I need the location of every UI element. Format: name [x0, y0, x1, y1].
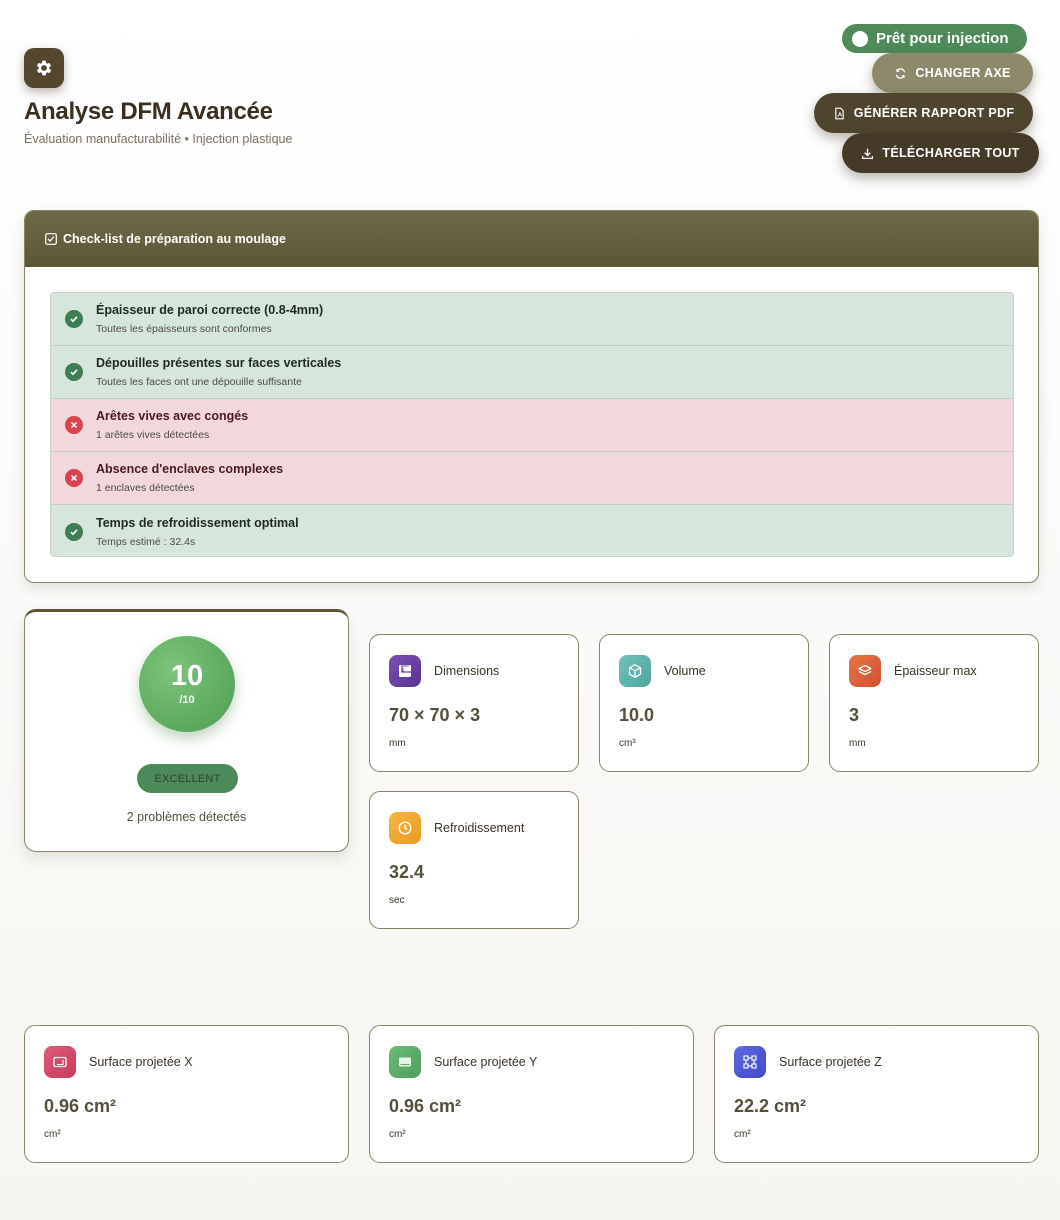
metric-card-thickness: Épaisseur max 3 mm [829, 634, 1039, 772]
check-circle-icon [65, 363, 83, 381]
check-circle-icon [65, 310, 83, 328]
page-title: Analyse DFM Avancée [24, 98, 273, 125]
cube-icon [619, 655, 651, 687]
surface-card-x: Surface projetée X 0.96 cm² cm² [24, 1025, 349, 1163]
surface-value: 22.2 cm² [734, 1096, 807, 1116]
checklist-item: Absence d'enclaves complexes 1 enclaves d… [51, 452, 1013, 505]
download-all-label: TÉLÉCHARGER TOUT [882, 146, 1020, 160]
surface-unit: cm² [734, 1129, 751, 1140]
metric-label: Dimensions [434, 664, 500, 678]
check-circle-icon [65, 522, 83, 541]
checklist-item-title: Dépouilles présentes sur faces verticale… [96, 356, 342, 370]
metric-card-volume: Volume 10.0 cm³ [599, 634, 809, 772]
surface-card-z: Surface projetée Z 22.2 cm² cm² [714, 1025, 1039, 1163]
surface-label: Surface projetée Z [779, 1055, 882, 1069]
metric-value: 32.4 [389, 862, 425, 882]
checklist-item-detail: 1 arêtes vives détectées [96, 429, 210, 441]
status-label: Prêt pour injection [876, 30, 1009, 47]
checklist-item: Temps de refroidissement optimal Temps es… [51, 505, 1013, 556]
checklist-item: Dépouilles présentes sur faces verticale… [51, 346, 1013, 399]
checklist-item: Épaisseur de paroi correcte (0.8-4mm) Tou… [51, 293, 1013, 346]
surface-value: 0.96 cm² [44, 1096, 117, 1116]
x-circle-icon [65, 416, 83, 434]
refresh-icon [896, 67, 906, 79]
status-dot-icon [852, 30, 868, 47]
score-max: /10 [179, 694, 195, 706]
metric-card-dimensions: Dimensions 70 × 70 × 3 mm [369, 634, 579, 772]
generate-pdf-button[interactable]: GÉNÉRER RAPPORT PDF [814, 93, 1033, 133]
checklist-item-detail: Toutes les épaisseurs sont conformes [96, 323, 272, 335]
checklist-items: Épaisseur de paroi correcte (0.8-4mm) Tou… [50, 292, 1014, 557]
clock-icon [389, 812, 421, 844]
metric-unit: cm³ [619, 738, 636, 749]
checklist-card: Check-list de préparation au moulage Épa… [24, 210, 1039, 583]
checklist-item: Arêtes vives avec congés 1 arêtes vives d… [51, 399, 1013, 452]
layers-icon [849, 655, 881, 687]
surface-unit: cm² [389, 1129, 406, 1140]
checkbox-icon [45, 233, 57, 245]
checklist-header: Check-list de préparation au moulage [25, 211, 1038, 267]
surface-unit: cm² [44, 1129, 61, 1140]
change-axis-label: CHANGER AXE [915, 66, 1011, 80]
checklist-item-title: Épaisseur de paroi correcte (0.8-4mm) [96, 303, 324, 317]
gear-icon [36, 60, 52, 76]
surface-x-icon [44, 1046, 76, 1078]
download-icon [862, 148, 874, 159]
metric-value: 10.0 [619, 705, 655, 725]
score-card: 10 /10 EXCELLENT 2 problèmes détectés [24, 609, 349, 852]
pdf-file-icon [834, 107, 844, 119]
checklist-item-title: Arêtes vives avec congés [96, 409, 249, 423]
metric-unit: sec [389, 895, 405, 906]
x-circle-icon [65, 469, 83, 487]
metric-label: Épaisseur max [894, 664, 977, 678]
change-axis-button[interactable]: CHANGER AXE [872, 53, 1033, 93]
score-circle: 10 /10 [139, 636, 235, 732]
surface-y-icon [389, 1046, 421, 1078]
score-issues: 2 problèmes détectés [126, 810, 247, 824]
checklist-item-title: Absence d'enclaves complexes [96, 462, 284, 476]
generate-pdf-label: GÉNÉRER RAPPORT PDF [853, 106, 1015, 120]
ruler-icon [389, 655, 421, 687]
status-badge: Prêt pour injection [842, 24, 1027, 53]
checklist-item-title: Temps de refroidissement optimal [96, 515, 299, 530]
score-rating-badge: EXCELLENT [137, 764, 238, 793]
settings-logo[interactable] [24, 48, 64, 88]
page-subtitle: Évaluation manufacturabilité • Injection… [24, 132, 293, 146]
download-all-button[interactable]: TÉLÉCHARGER TOUT [842, 133, 1039, 173]
checklist-item-detail: 1 enclaves détectées [96, 482, 195, 494]
surface-value: 0.96 cm² [389, 1096, 462, 1116]
metric-unit: mm [849, 738, 866, 749]
metric-unit: mm [389, 738, 406, 749]
checklist-item-detail: Temps estimé : 32.4s [96, 535, 196, 548]
metric-label: Refroidissement [434, 821, 525, 835]
checklist-title: Check-list de préparation au moulage [63, 232, 286, 246]
surface-card-y: Surface projetée Y 0.96 cm² cm² [369, 1025, 694, 1163]
surface-label: Surface projetée Y [434, 1055, 538, 1069]
score-value: 10 [170, 660, 204, 692]
metric-value: 70 × 70 × 3 [389, 705, 481, 725]
metric-card-cooling: Refroidissement 32.4 sec [369, 791, 579, 929]
metric-label: Volume [664, 664, 706, 678]
surface-z-icon [734, 1046, 766, 1078]
surface-label: Surface projetée X [89, 1055, 193, 1069]
metric-value: 3 [849, 705, 860, 725]
checklist-item-detail: Toutes les faces ont une dépouille suffi… [96, 376, 302, 388]
